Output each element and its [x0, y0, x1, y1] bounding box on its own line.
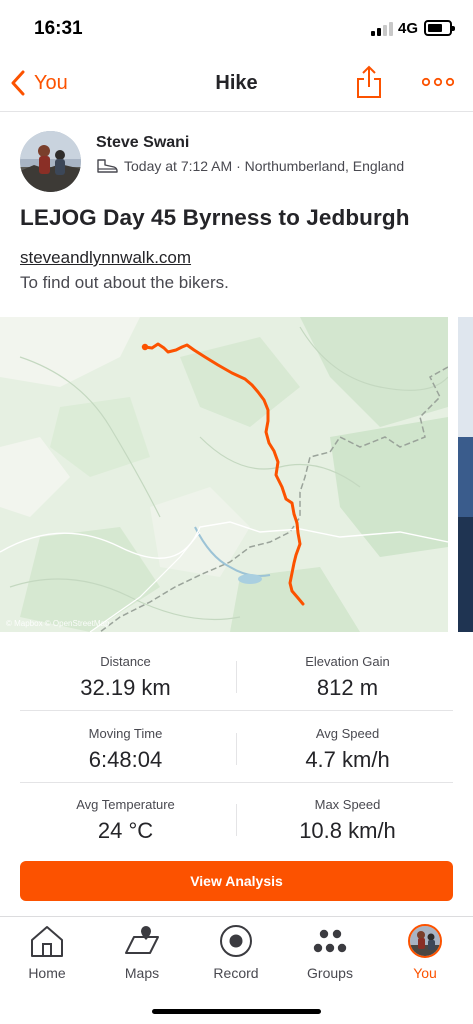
- stat-value: 24 °C: [97, 818, 154, 843]
- row-divider: [20, 782, 453, 783]
- tab-label: You: [413, 965, 437, 981]
- stat-elevation-gain: Elevation Gain 812 m: [242, 654, 453, 701]
- stat-label: Avg Speed: [315, 726, 380, 741]
- stat-value: 10.8 km/h: [299, 818, 396, 843]
- tab-label: Maps: [124, 965, 160, 981]
- more-dots-icon: [421, 77, 455, 87]
- stat-moving-time: Moving Time 6:48:04: [20, 726, 231, 773]
- map-graphic: [0, 317, 448, 632]
- stat-divider: [236, 804, 237, 836]
- tab-groups[interactable]: Groups: [295, 923, 365, 981]
- avatar[interactable]: [20, 131, 81, 192]
- athlete-name[interactable]: Steve Swani: [96, 134, 189, 152]
- home-icon: [31, 926, 63, 957]
- page-title: Hike: [215, 72, 258, 94]
- signal-bars-icon: [371, 22, 393, 36]
- tab-label: Groups: [307, 965, 353, 981]
- activity-meta: Today at 7:12 AM · Northumberland, Engla…: [96, 158, 404, 174]
- activity-title: LEJOG Day 45 Byrness to Jedburgh: [20, 205, 410, 230]
- stat-divider: [236, 661, 237, 693]
- stat-label: Elevation Gain: [305, 654, 390, 669]
- more-button[interactable]: [421, 72, 455, 92]
- share-icon: [357, 65, 381, 98]
- stat-max-speed: Max Speed 10.8 km/h: [242, 797, 453, 844]
- stat-label: Avg Temperature: [76, 797, 175, 812]
- activity-description: To find out about the bikers.: [20, 273, 229, 292]
- stat-value: 6:48:04: [88, 747, 163, 772]
- stat-avg-speed: Avg Speed 4.7 km/h: [242, 726, 453, 773]
- tab-label: Home: [28, 965, 66, 981]
- tab-home[interactable]: Home: [12, 923, 82, 981]
- groups-icon: [313, 929, 347, 953]
- stat-avg-temperature: Avg Temperature 24 °C: [20, 797, 231, 844]
- tab-you[interactable]: You: [390, 923, 460, 981]
- stat-value: 812 m: [316, 675, 379, 700]
- stat-label: Moving Time: [88, 726, 163, 741]
- tab-maps[interactable]: Maps: [107, 923, 177, 981]
- profile-avatar-icon: [408, 924, 442, 958]
- tab-label: Record: [213, 965, 259, 981]
- stat-label: Distance: [100, 654, 151, 669]
- hiking-boot-icon: [97, 159, 118, 173]
- route-map[interactable]: © Mapbox © OpenStreetMap: [0, 317, 448, 632]
- next-photo-preview[interactable]: [458, 317, 473, 632]
- activity-time-location: Today at 7:12 AM · Northumberland, Engla…: [124, 158, 405, 174]
- stat-divider: [236, 733, 237, 765]
- status-time: 16:31: [34, 18, 83, 39]
- view-analysis-button[interactable]: View Analysis: [20, 861, 453, 901]
- status-bar: 16:31 4G: [0, 0, 473, 56]
- stat-distance: Distance 32.19 km: [20, 654, 231, 701]
- share-button[interactable]: [356, 65, 382, 99]
- battery-icon: [424, 20, 455, 36]
- network-type: 4G: [398, 20, 419, 37]
- stat-label: Max Speed: [314, 797, 381, 812]
- stat-value: 32.19 km: [80, 675, 171, 700]
- stat-value: 4.7 km/h: [305, 747, 390, 772]
- map-attribution: © Mapbox © OpenStreetMap: [6, 619, 110, 628]
- tab-record[interactable]: Record: [201, 923, 271, 981]
- home-indicator[interactable]: [152, 1009, 321, 1014]
- map-icon: [125, 926, 159, 954]
- record-icon: [220, 925, 252, 957]
- tab-bar: Home Maps Record Groups You: [0, 916, 473, 1024]
- description-link[interactable]: steveandlynnwalk.com: [20, 248, 191, 268]
- nav-bar: You Hike: [0, 56, 473, 112]
- row-divider: [20, 710, 453, 711]
